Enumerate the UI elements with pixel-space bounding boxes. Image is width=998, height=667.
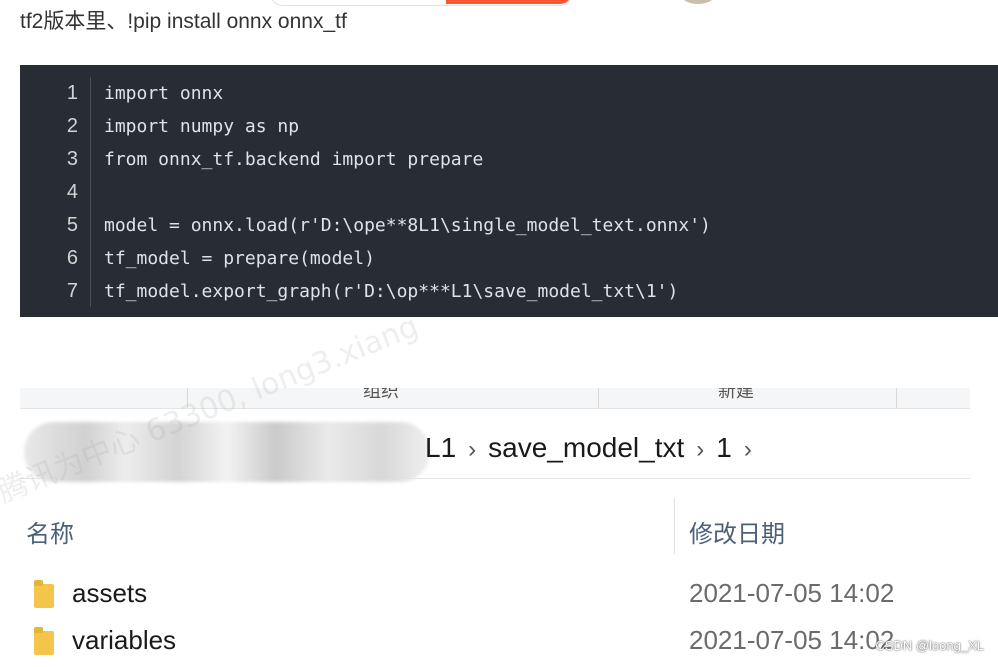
ribbon-divider (598, 388, 599, 408)
code-text: model = onnx.load(r'D:\ope**8L1\single_m… (104, 215, 711, 236)
line-number: 7 (66, 280, 78, 302)
code-text: from onnx_tf.backend import prepare (104, 149, 484, 170)
code-line: 4 (20, 176, 998, 209)
line-number: 6 (66, 247, 78, 269)
file-date: 2021-07-05 14:02 (689, 625, 895, 655)
chevron-right-icon[interactable]: › (696, 436, 704, 463)
breadcrumb-item[interactable]: L1 (425, 432, 456, 463)
line-number: 4 (66, 181, 78, 203)
column-divider[interactable] (674, 498, 675, 554)
code-text: tf_model = prepare(model) (104, 248, 375, 269)
line-number: 2 (66, 115, 78, 137)
line-number: 1 (66, 82, 78, 104)
code-line: 3 from onnx_tf.backend import prepare (20, 143, 998, 176)
code-line: 6 tf_model = prepare(model) (20, 242, 998, 275)
file-name: variables (72, 625, 177, 655)
breadcrumb-item[interactable]: 1 (716, 432, 732, 463)
breadcrumb-item[interactable]: save_model_txt (488, 432, 684, 463)
code-text: import onnx (104, 83, 224, 104)
file-name: assets (72, 578, 148, 608)
line-number: 5 (66, 214, 78, 236)
code-block: 1 import onnx 2 import numpy as np 3 fro… (20, 65, 998, 317)
column-headers: 名称 修改日期 (20, 498, 970, 558)
code-line: 5 model = onnx.load(r'D:\ope**8L1\single… (20, 209, 998, 242)
chevron-right-icon[interactable]: › (468, 436, 476, 463)
ribbon-divider (896, 388, 897, 408)
line-number: 3 (66, 148, 78, 170)
column-header-name[interactable]: 名称 (26, 514, 74, 549)
credit-text: CSDN @loong_XL (875, 638, 984, 653)
ribbon-new-label[interactable]: 新建 (718, 388, 754, 403)
avatar[interactable] (682, 0, 714, 4)
folder-icon (34, 580, 54, 608)
code-line: 1 import onnx (20, 77, 998, 110)
folder-icon (34, 627, 54, 655)
file-date: 2021-07-05 14:02 (689, 578, 895, 608)
file-row[interactable]: assets 2021-07-05 14:02 (20, 574, 970, 620)
ribbon-group-label[interactable]: 组织 (363, 388, 399, 403)
code-text: tf_model.export_graph(r'D:\op***L1\save_… (104, 281, 679, 302)
chevron-right-icon[interactable]: › (744, 436, 752, 463)
breadcrumb: L1 › save_model_txt › 1 › (425, 432, 764, 464)
code-text: import numpy as np (104, 116, 300, 137)
column-header-modified[interactable]: 修改日期 (689, 514, 785, 549)
code-line: 7 tf_model.export_graph(r'D:\op***L1\sav… (20, 275, 998, 308)
code-line: 2 import numpy as np (20, 110, 998, 143)
search-button[interactable] (446, 0, 572, 4)
intro-text: tf2版本里、!pip install onnx onnx_tf (20, 10, 347, 32)
file-row[interactable]: variables 2021-07-05 14:02 (20, 621, 970, 667)
